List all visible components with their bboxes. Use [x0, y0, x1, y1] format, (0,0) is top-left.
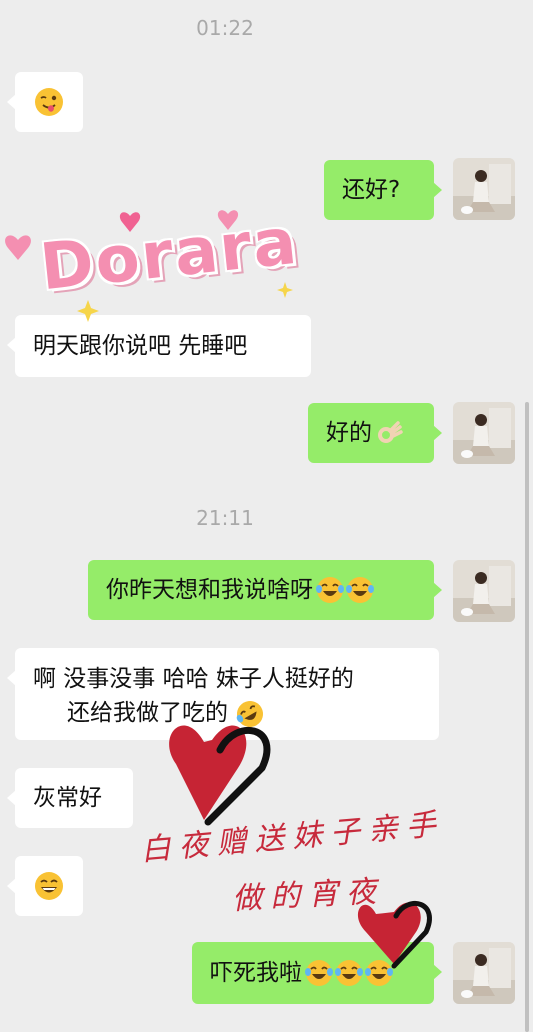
laugh-cry-emoji-icon: [365, 960, 393, 986]
avatar-self[interactable]: [453, 158, 515, 220]
message-bubble-sent[interactable]: 还好?: [324, 160, 442, 220]
wink-tongue-emoji-icon: [35, 88, 63, 116]
avatar-self[interactable]: [453, 560, 515, 622]
sticker-title: Dorara: [36, 204, 302, 306]
message-bubble-received[interactable]: 灰常好: [7, 768, 133, 828]
message-text: 还好?: [342, 177, 401, 203]
laugh-cry-emoji-icon: [316, 577, 344, 603]
message-bubble-received[interactable]: [7, 856, 83, 916]
pink-heart-icon: [217, 210, 239, 230]
grin-emoji-icon: [35, 872, 63, 900]
avatar-image: [453, 942, 515, 1004]
pink-heart-icon: [119, 212, 141, 232]
scrollbar[interactable]: [525, 402, 529, 1032]
laugh-cry-emoji-icon: [305, 960, 333, 986]
handwritten-caption-line1: 白夜赠送妹子亲手: [139, 806, 446, 869]
laugh-cry-emoji-icon: [335, 960, 363, 986]
message-text: 好的: [326, 420, 372, 446]
message-bubble-received[interactable]: 明天跟你说吧 先睡吧: [7, 315, 311, 377]
avatar-self[interactable]: [453, 402, 515, 464]
message-text-line1: 啊 没事没事 哈哈 妹子人挺好的: [33, 666, 354, 692]
message-bubble-sent[interactable]: 好的: [308, 403, 442, 463]
laugh-cry-rolling-emoji-icon: [237, 700, 264, 727]
message-text: 你昨天想和我说啥呀: [106, 577, 313, 603]
message-bubble-received[interactable]: [7, 72, 83, 132]
avatar-image: [453, 158, 515, 220]
ok-hand-emoji-icon: [378, 421, 403, 443]
message-text: 吓死我啦: [210, 960, 302, 986]
laugh-cry-emoji-icon: [346, 577, 374, 603]
message-bubble-sent[interactable]: 吓死我啦: [192, 942, 442, 1004]
dorara-sticker: [5, 210, 293, 322]
message-text: 灰常好: [33, 785, 102, 811]
handwritten-caption-line2: 做的宵夜: [231, 874, 385, 917]
pink-heart-icon: [5, 235, 31, 260]
timestamp: 21:11: [196, 506, 254, 530]
message-text: 明天跟你说吧 先睡吧: [33, 333, 248, 359]
avatar-image: [453, 560, 515, 622]
avatar-self[interactable]: [453, 942, 515, 1004]
sparkle-icon: [277, 282, 293, 298]
avatar-image: [453, 402, 515, 464]
message-text-line2: 还给我做了吃的: [67, 700, 228, 726]
message-bubble-received[interactable]: 啊 没事没事 哈哈 妹子人挺好的 还给我做了吃的: [7, 648, 439, 740]
message-bubble-sent[interactable]: 你昨天想和我说啥呀: [88, 560, 442, 620]
timestamp: 01:22: [196, 16, 254, 40]
